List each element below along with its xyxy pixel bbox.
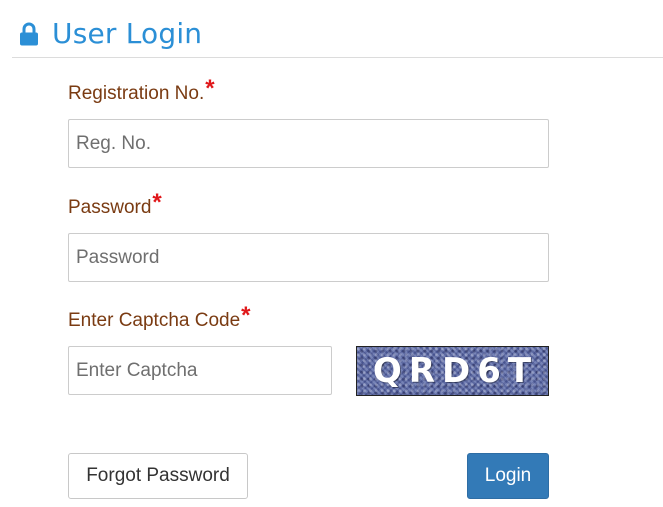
forgot-password-button[interactable]: Forgot Password xyxy=(68,453,248,499)
required-marker: * xyxy=(152,189,162,216)
registration-input[interactable] xyxy=(68,119,549,168)
login-header: User Login xyxy=(0,0,663,58)
captcha-image-text: QRD6T xyxy=(372,351,539,391)
captcha-input[interactable] xyxy=(68,346,332,395)
registration-label-text: Registration No. xyxy=(68,83,205,104)
password-input[interactable] xyxy=(68,233,549,282)
captcha-label-text: Enter Captcha Code xyxy=(68,310,241,331)
header-divider xyxy=(12,57,663,58)
login-button[interactable]: Login xyxy=(467,453,549,499)
required-marker: * xyxy=(205,75,215,102)
captcha-label: Enter Captcha Code* xyxy=(68,304,251,333)
login-page: User Login Registration No.* Password* E… xyxy=(0,0,663,507)
password-label: Password* xyxy=(68,191,162,220)
captcha-image: QRD6T xyxy=(356,346,549,396)
registration-label: Registration No.* xyxy=(68,77,215,106)
lock-icon xyxy=(19,22,39,46)
page-title: User Login xyxy=(52,17,203,50)
password-label-text: Password xyxy=(68,197,152,218)
required-marker: * xyxy=(241,302,251,329)
